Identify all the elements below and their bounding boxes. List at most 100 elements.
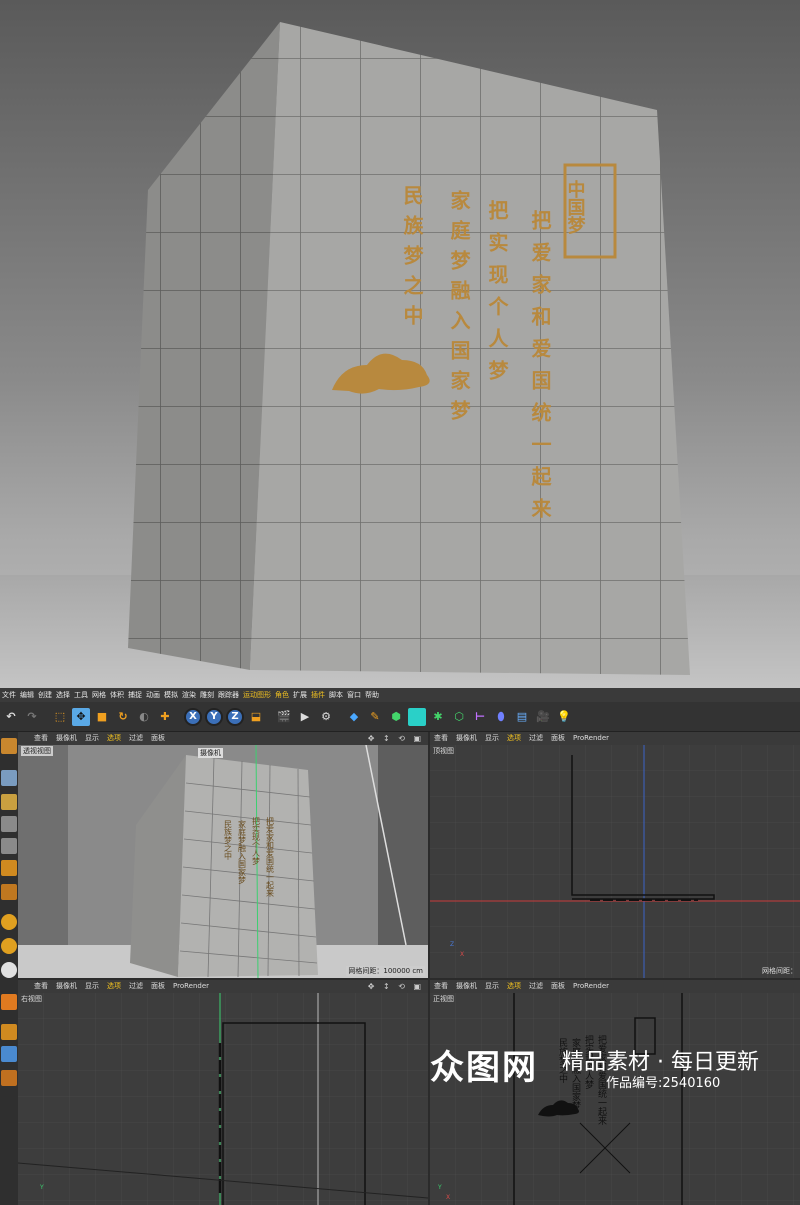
viewport-menu-prorender[interactable]: ProRender [573, 732, 609, 745]
subdivision-icon[interactable]: ⬢ [387, 708, 405, 726]
viewport-menu-filter[interactable]: 过滤 [529, 980, 543, 993]
edges-mode-icon[interactable] [1, 838, 17, 854]
menu-select[interactable]: 选择 [56, 688, 74, 702]
z-axis-lock-icon[interactable]: Z [226, 707, 244, 726]
viewport-menu-view[interactable]: 查看 [34, 732, 48, 745]
menu-volume[interactable]: 体积 [110, 688, 128, 702]
deformer-icon[interactable]: ⊢ [471, 708, 489, 726]
viewport-navigation-controls[interactable]: ✥ ↕ ⟲ ▣ [368, 732, 424, 745]
menu-animate[interactable]: 动画 [146, 688, 164, 702]
menu-script[interactable]: 脚本 [329, 688, 347, 702]
recent-tool-icon[interactable]: ◐ [135, 708, 153, 726]
scale-icon[interactable]: ■ [93, 708, 111, 726]
array-icon[interactable] [408, 707, 426, 726]
undo-icon[interactable]: ↶ [2, 708, 20, 726]
viewport-menu-prorender[interactable]: ProRender [573, 980, 609, 993]
viewport-menu-display[interactable]: 显示 [85, 980, 99, 993]
viewport-menu-panel[interactable]: 面板 [551, 980, 565, 993]
magnet-icon[interactable] [1, 994, 17, 1010]
snap-settings-icon[interactable] [1, 938, 17, 954]
viewport-menu-panel[interactable]: 面板 [551, 732, 565, 745]
move-icon[interactable]: ✥ [72, 707, 90, 726]
object-mode-icon[interactable] [1, 770, 17, 786]
viewport-menu-options[interactable]: 选项 [107, 980, 121, 993]
enable-axis-icon[interactable] [1, 884, 17, 900]
rotate-icon[interactable]: ↻ [114, 708, 132, 726]
y-axis-label: Y [40, 1184, 44, 1191]
viewport-title: 右视图 [21, 995, 42, 1003]
camera-label[interactable]: 摄像机 [198, 748, 223, 758]
menu-sculpt[interactable]: 雕刻 [200, 688, 218, 702]
menu-mograph[interactable]: 运动图形 [243, 688, 275, 702]
menu-character[interactable]: 角色 [275, 688, 293, 702]
light-icon[interactable]: 💡 [555, 708, 573, 726]
viewport-menu-filter[interactable]: 过滤 [129, 980, 143, 993]
viewport-menu-options[interactable]: 选项 [107, 732, 121, 745]
mograph-fracture-icon[interactable]: ⬡ [450, 708, 468, 726]
viewport-menu-camera[interactable]: 摄像机 [56, 732, 77, 745]
viewport-menu-panel[interactable]: 面板 [151, 980, 165, 993]
viewport-menu-camera[interactable]: 摄像机 [56, 980, 77, 993]
menu-extensions[interactable]: 扩展 [293, 688, 311, 702]
viewport-menu-view[interactable]: 查看 [434, 732, 448, 745]
menu-help[interactable]: 帮助 [365, 688, 383, 702]
snap-icon[interactable] [1, 914, 17, 930]
menu-render[interactable]: 渲染 [182, 688, 200, 702]
lock-workplane-icon[interactable] [1, 1070, 17, 1086]
viewport-menu-panel[interactable]: 面板 [151, 732, 165, 745]
mograph-cloner-icon[interactable]: ✱ [429, 708, 447, 726]
cube-icon[interactable]: ◆ [345, 708, 363, 726]
viewport-menu-filter[interactable]: 过滤 [529, 732, 543, 745]
perspective-viewport[interactable]: 查看 摄像机 显示 选项 过滤 面板 ✥ ↕ ⟲ ▣ 民族梦之中 家庭梦融入国家… [18, 732, 428, 978]
texture-mode-icon[interactable] [1, 794, 17, 810]
viewport-menu-options[interactable]: 选项 [507, 980, 521, 993]
viewport-navigation-controls[interactable]: ✥ ↕ ⟲ ▣ [368, 980, 424, 993]
field-icon[interactable]: ⬮ [492, 708, 510, 726]
workplane-icon[interactable] [1, 1024, 17, 1040]
viewport-menu-display[interactable]: 显示 [485, 732, 499, 745]
y-axis-label: Y [438, 1184, 442, 1191]
points-mode-icon[interactable] [1, 816, 17, 832]
viewport-menu-display[interactable]: 显示 [485, 980, 499, 993]
polygons-mode-icon[interactable] [1, 860, 17, 876]
viewport-menu-filter[interactable]: 过滤 [129, 732, 143, 745]
render-view-icon[interactable]: 🎬 [275, 708, 293, 726]
viewport-menu-prorender[interactable]: ProRender [173, 980, 209, 993]
redo-icon[interactable]: ↷ [23, 708, 41, 726]
y-axis-lock-icon[interactable]: Y [205, 707, 223, 726]
grid-icon[interactable] [1, 1046, 17, 1062]
menu-tracker[interactable]: 跟踪器 [218, 688, 243, 702]
viewport-menu-display[interactable]: 显示 [85, 732, 99, 745]
add-icon[interactable]: ✚ [156, 708, 174, 726]
right-viewport[interactable]: 查看 摄像机 显示 选项 过滤 面板 ProRender ✥ ↕ ⟲ ▣ 右视图… [18, 980, 428, 1205]
top-viewport[interactable]: 查看 摄像机 显示 选项 过滤 面板 ProRender 顶视图 Z X 网格间… [430, 732, 800, 978]
live-select-icon[interactable]: ⬚ [51, 708, 69, 726]
render-picture-viewer-icon[interactable]: ▶ [296, 708, 314, 726]
pen-icon[interactable]: ✎ [366, 708, 384, 726]
svg-text:把爱家和爱国统一起来: 把爱家和爱国统一起来 [528, 210, 552, 530]
viewport-menu-view[interactable]: 查看 [34, 980, 48, 993]
menu-snap[interactable]: 捕捉 [128, 688, 146, 702]
menu-simulate[interactable]: 模拟 [164, 688, 182, 702]
render-settings-icon[interactable]: ⚙ [317, 708, 335, 726]
menu-edit[interactable]: 编辑 [20, 688, 38, 702]
menu-window[interactable]: 窗口 [347, 688, 365, 702]
viewport-menu-view[interactable]: 查看 [434, 980, 448, 993]
menu-tools[interactable]: 工具 [74, 688, 92, 702]
x-axis-lock-icon[interactable]: X [184, 707, 202, 726]
quantize-icon[interactable] [1, 962, 17, 978]
model-mode-icon[interactable] [1, 738, 17, 754]
camera-icon[interactable]: 🎥 [534, 708, 552, 726]
floor-icon[interactable]: ▤ [513, 708, 531, 726]
menu-plugins[interactable]: 插件 [311, 688, 329, 702]
viewport-menu-options[interactable]: 选项 [507, 732, 521, 745]
menu-file[interactable]: 文件 [2, 688, 20, 702]
menu-mesh[interactable]: 网格 [92, 688, 110, 702]
toolbar-divider [268, 708, 272, 726]
viewport-menu-camera[interactable]: 摄像机 [456, 980, 477, 993]
coordinate-system-icon[interactable]: ⬓ [247, 708, 265, 726]
viewport-menu-camera[interactable]: 摄像机 [456, 732, 477, 745]
menu-create[interactable]: 创建 [38, 688, 56, 702]
viewport-title: 正视图 [433, 995, 454, 1003]
viewport-title: 透视视图 [21, 746, 53, 756]
